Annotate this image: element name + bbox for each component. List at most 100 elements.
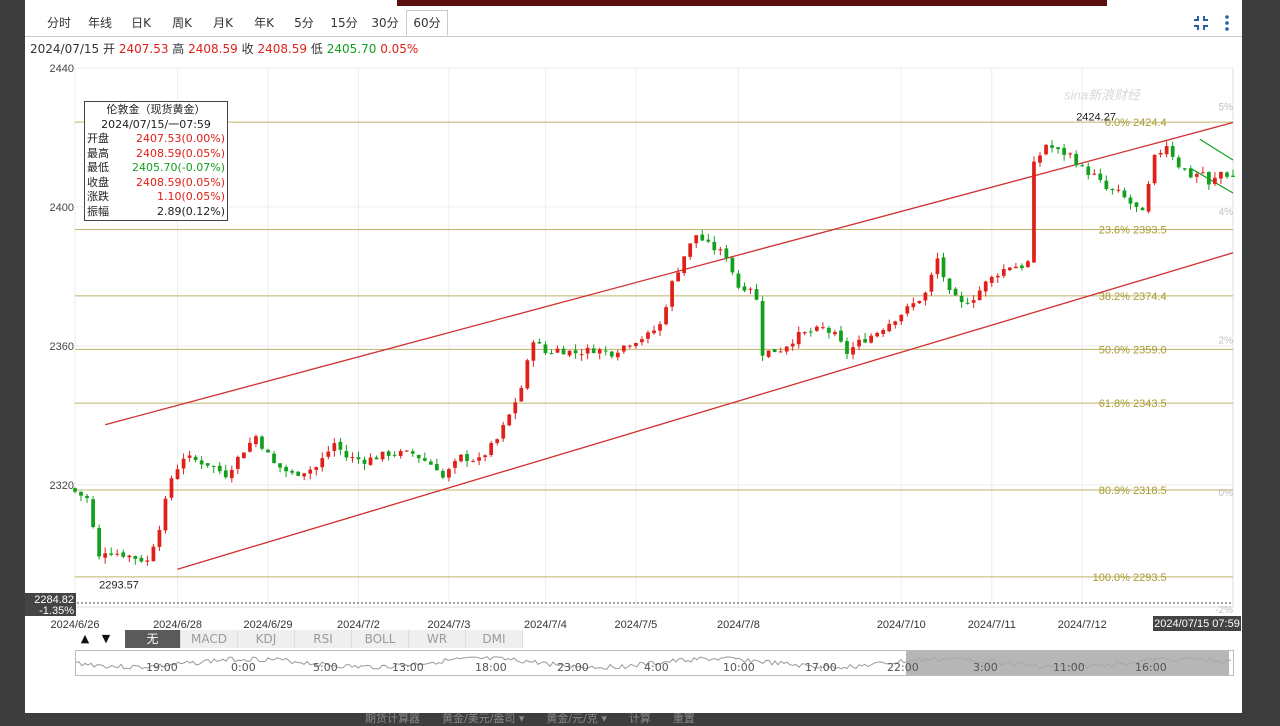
candle-body	[272, 453, 276, 464]
fib-level-label: 50.0% 2359.0	[1099, 344, 1167, 356]
y-tick-label: 2440	[50, 63, 74, 75]
candle-body	[435, 464, 439, 471]
candle-body	[139, 557, 144, 562]
navigator-label: 5:00	[313, 661, 338, 674]
candle-body	[1001, 269, 1006, 276]
x-tick-label: 2024/7/5	[614, 619, 657, 631]
candle-body	[320, 458, 325, 468]
candle-body	[115, 553, 120, 555]
candle-body	[688, 243, 693, 257]
indicator-boll[interactable]: BOLL	[352, 630, 409, 648]
candle-body	[1225, 172, 1229, 177]
candle-body	[157, 529, 162, 547]
candle-body	[929, 274, 934, 292]
candle-body	[181, 458, 186, 469]
indicator-dmi[interactable]: DMI	[466, 630, 523, 648]
navigator-label: 4:00	[644, 661, 669, 674]
candle-body	[730, 257, 735, 273]
candle-body	[380, 451, 385, 460]
candle-body	[350, 457, 355, 459]
candle-body	[1170, 145, 1175, 157]
zoom-in-arrow-button[interactable]: ▲	[75, 630, 95, 648]
range-navigator[interactable]: 19:00 0:00 5:00 13:00 18:00 23:00 4:00 1…	[75, 650, 1234, 676]
candle-body	[495, 439, 500, 443]
candle-body	[1080, 165, 1085, 167]
y-tick-label: 2360	[50, 341, 74, 353]
candle-body	[217, 465, 222, 472]
tooltip-key: 最高	[87, 146, 109, 160]
candle-body	[151, 546, 156, 562]
candle-body	[368, 457, 373, 465]
calculator-footer: 期货计算器 黄金/美元/盎司 ▾ 黄金/元/克 ▾ 计算 重置	[365, 712, 695, 725]
candle-body	[724, 248, 729, 259]
candle-body	[465, 454, 469, 461]
candle-body	[814, 326, 819, 331]
candle-body	[911, 303, 916, 308]
indicator-macd[interactable]: MACD	[181, 630, 238, 648]
candle-body	[73, 488, 77, 492]
candle-body	[917, 300, 922, 304]
candle-body	[772, 349, 777, 353]
y-tick-label: 2320	[50, 480, 74, 492]
fib-level-label: 23.6% 2393.5	[1099, 225, 1167, 237]
candle-body	[597, 349, 602, 354]
candle-body	[507, 414, 512, 426]
candle-body	[1038, 155, 1042, 163]
indicator-kdj[interactable]: KDJ	[238, 630, 295, 648]
candle-body	[965, 302, 970, 304]
candle-body	[845, 341, 849, 354]
candle-body	[133, 556, 138, 559]
candle-body	[1062, 147, 1066, 155]
candle-body	[821, 327, 825, 329]
candle-body	[694, 235, 699, 244]
fib-level-label: 61.8% 2343.5	[1099, 398, 1167, 410]
candle-body	[796, 332, 801, 345]
candle-body	[193, 456, 198, 461]
indicator-none[interactable]: 无	[125, 630, 181, 648]
candle-body	[374, 457, 379, 460]
chart-window: 分时 年线 日K 周K 月K 年K 5分 15分 30分 60分 2024/07…	[25, 0, 1242, 725]
navigator-label: 10:00	[723, 661, 755, 674]
candle-body	[652, 330, 656, 334]
extreme-value-label: 2293.57	[99, 580, 139, 592]
candle-body	[863, 339, 867, 343]
indicator-wr[interactable]: WR	[409, 630, 466, 648]
last-time-label: 2024/07/15 07:59	[1154, 618, 1240, 630]
tooltip-key: 涨跌	[87, 190, 109, 204]
candle-body	[706, 239, 711, 242]
navigator-label: 3:00	[973, 661, 998, 674]
candle-body	[187, 455, 192, 458]
candle-body	[718, 249, 723, 251]
candle-body	[941, 257, 946, 278]
tooltip-value: 2.89(0.12%)	[156, 204, 225, 218]
candle-body	[646, 332, 650, 339]
candle-body	[893, 321, 898, 325]
candle-body	[1146, 183, 1151, 212]
candle-body	[628, 345, 632, 347]
candle-body	[935, 258, 940, 275]
candle-body	[1182, 168, 1187, 170]
candle-body	[869, 335, 873, 343]
candle-body	[543, 344, 548, 354]
last-value-pct-label: -1.35%	[39, 605, 74, 617]
tooltip-value: 2408.59(0.05%)	[135, 146, 225, 160]
candle-body	[513, 402, 518, 414]
tooltip-title: 伦敦金（现货黄金）	[106, 103, 206, 116]
candle-body	[1219, 172, 1223, 179]
candle-body	[1020, 265, 1024, 269]
candle-body	[296, 471, 301, 476]
zoom-out-arrow-button[interactable]: ▼	[96, 630, 116, 648]
tooltip-key: 开盘	[87, 132, 109, 145]
candle-body	[977, 290, 982, 301]
candle-body	[489, 443, 494, 455]
candle-body	[585, 347, 590, 354]
candle-body	[97, 527, 101, 557]
candle-body	[1074, 153, 1079, 166]
candle-body	[1068, 153, 1073, 155]
candle-body	[1110, 188, 1115, 190]
indicator-rsi[interactable]: RSI	[295, 630, 352, 648]
x-tick-label: 2024/7/11	[968, 619, 1016, 631]
navigator-label: 17:00	[805, 661, 837, 674]
candle-body	[802, 332, 807, 334]
candle-body	[899, 314, 904, 322]
